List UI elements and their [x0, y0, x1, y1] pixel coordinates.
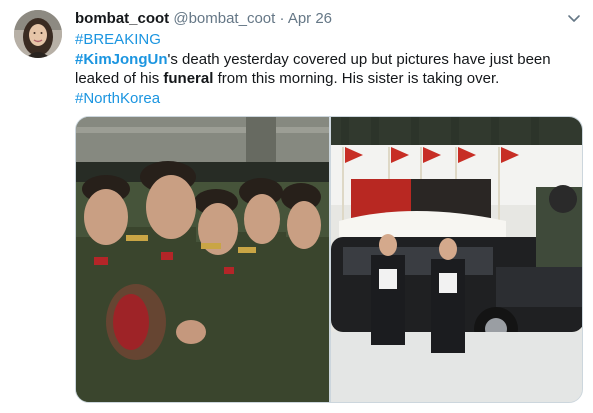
media-grid	[75, 116, 583, 403]
avatar-image	[14, 10, 62, 58]
chevron-down-icon[interactable]	[566, 10, 582, 26]
separator-dot: ·	[279, 10, 285, 27]
text-bold-funeral: funeral	[163, 70, 214, 87]
tweet-date[interactable]: Apr 26	[288, 10, 332, 27]
tweet-header: bombat_coot @bombat_coot · Apr 26	[75, 10, 332, 28]
photo-funeral-hearse[interactable]	[331, 117, 582, 402]
hashtag-breaking[interactable]: #BREAKING	[75, 31, 161, 48]
handle[interactable]: @bombat_coot	[173, 10, 275, 27]
tweet-text: #BREAKING #KimJongUn's death yesterday c…	[75, 30, 575, 108]
hashtag-kimjongun[interactable]: #KimJongUn	[75, 51, 168, 68]
avatar[interactable]	[14, 10, 62, 58]
display-name[interactable]: bombat_coot	[75, 10, 169, 27]
text-part-2: from this morning. His sister is taking …	[213, 70, 500, 87]
hashtag-northkorea[interactable]: #NorthKorea	[75, 90, 160, 107]
tweet-card[interactable]: bombat_coot @bombat_coot · Apr 26 #BREAK…	[0, 0, 593, 413]
photo-mourners[interactable]	[76, 117, 329, 402]
